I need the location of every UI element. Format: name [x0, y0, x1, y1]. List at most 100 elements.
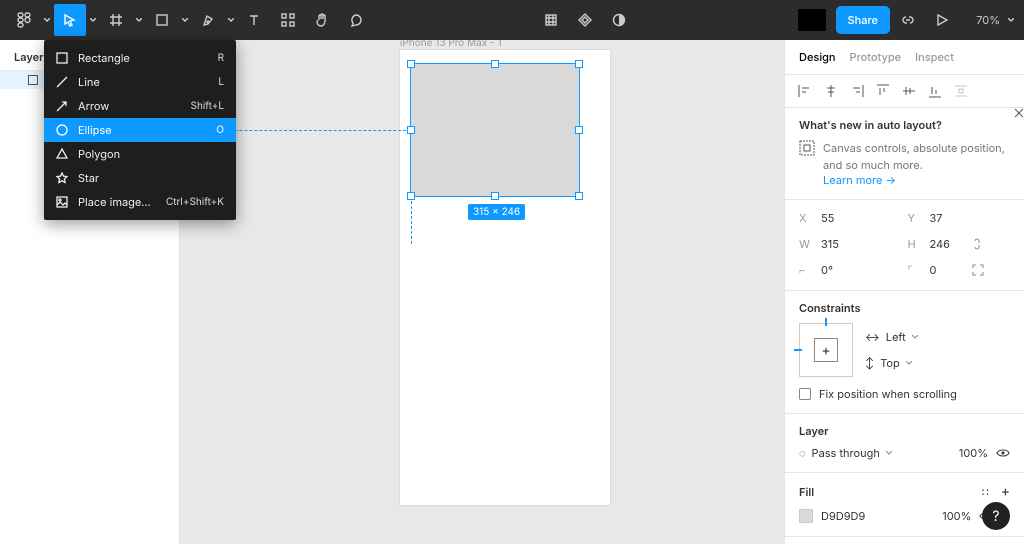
- share-button[interactable]: Share: [836, 6, 890, 34]
- comment-icon: [349, 13, 363, 27]
- layer-opacity[interactable]: 100%: [959, 446, 988, 460]
- whats-new-close[interactable]: [1014, 108, 1024, 118]
- menu-item-rectangle[interactable]: RectangleR: [44, 46, 236, 70]
- dimensions-badge: 315 × 246: [468, 204, 525, 220]
- boolean-button[interactable]: [603, 4, 635, 36]
- constraints-title: Constraints: [799, 301, 1010, 315]
- polygon-icon: [56, 148, 68, 160]
- zoom-level[interactable]: 70%: [960, 13, 1004, 27]
- fix-position-checkbox[interactable]: Fix position when scrolling: [799, 387, 1010, 401]
- whats-new-link[interactable]: Learn more →: [823, 173, 896, 187]
- menu-item-place-image[interactable]: Place image…Ctrl+Shift+K: [44, 190, 236, 214]
- frame-tool-button[interactable]: [100, 4, 132, 36]
- shape-tool-chevron[interactable]: [180, 4, 190, 36]
- h-label: H: [908, 237, 922, 251]
- component-button[interactable]: [535, 4, 567, 36]
- menu-item-line[interactable]: LineL: [44, 70, 236, 94]
- checkbox-icon: [799, 388, 811, 400]
- image-icon: [56, 196, 68, 208]
- comment-tool-button[interactable]: [340, 4, 372, 36]
- independent-corners-icon[interactable]: [972, 264, 984, 276]
- align-left-icon[interactable]: [797, 83, 813, 99]
- tab-design[interactable]: Design: [799, 50, 836, 64]
- constraints-section: Constraints + ↔Left ↕Top Fix position wh…: [785, 291, 1024, 414]
- pen-tool-button[interactable]: [192, 4, 224, 36]
- menu-item-polygon[interactable]: Polygon: [44, 142, 236, 166]
- y-input[interactable]: [928, 210, 978, 226]
- move-tool-button[interactable]: [54, 4, 86, 36]
- tab-prototype[interactable]: Prototype: [850, 50, 902, 64]
- main-menu-chevron[interactable]: [42, 4, 52, 36]
- visibility-icon[interactable]: [996, 448, 1010, 458]
- blend-mode-dropdown[interactable]: ◌Pass through: [799, 446, 892, 460]
- constraints-widget[interactable]: +: [799, 323, 853, 377]
- rectangle-icon: [28, 75, 38, 85]
- align-hcenter-icon[interactable]: [823, 83, 839, 99]
- add-fill-button[interactable]: +: [1001, 483, 1010, 500]
- x-input[interactable]: [819, 210, 869, 226]
- main-menu-button[interactable]: [8, 4, 40, 36]
- rectangle-icon: [56, 52, 68, 64]
- rotation-input[interactable]: [819, 262, 869, 278]
- zoom-chevron[interactable]: [1006, 4, 1016, 36]
- auto-layout-icon: [799, 140, 815, 156]
- align-bottom-icon[interactable]: [927, 83, 943, 99]
- toolbar: Share 70%: [0, 0, 1024, 40]
- distribute-icon[interactable]: [953, 83, 969, 99]
- frame-tool-chevron[interactable]: [134, 4, 144, 36]
- fill-styles-icon[interactable]: ∷: [982, 485, 991, 499]
- mask-button[interactable]: [569, 4, 601, 36]
- text-tool-button[interactable]: [238, 4, 270, 36]
- resources-button[interactable]: [272, 4, 304, 36]
- w-input[interactable]: [819, 236, 869, 252]
- align-vcenter-icon[interactable]: [901, 83, 917, 99]
- close-icon: [1014, 108, 1024, 118]
- cursor-icon: [63, 13, 77, 27]
- shape-tool-button[interactable]: [146, 4, 178, 36]
- align-row: [785, 75, 1024, 108]
- whats-new-title: What's new in auto layout?: [799, 118, 1010, 132]
- frame-label[interactable]: iPhone 13 Pro Max - 1: [400, 40, 502, 49]
- arrow-icon: [56, 100, 68, 112]
- component-icon: [544, 13, 558, 27]
- contrast-icon: [612, 13, 626, 27]
- help-button[interactable]: ?: [982, 502, 1010, 530]
- right-tabs: Design Prototype Inspect: [785, 40, 1024, 75]
- constrain-proportions-icon[interactable]: [972, 237, 982, 251]
- ellipse-icon: [56, 124, 68, 136]
- dev-mode-button[interactable]: [892, 4, 924, 36]
- h-input[interactable]: [928, 236, 966, 252]
- stroke-section: Stroke: [785, 537, 1024, 544]
- transform-section: X Y W H ⌐ ⌜: [785, 200, 1024, 291]
- align-top-icon[interactable]: [875, 83, 891, 99]
- play-icon: [936, 14, 948, 26]
- x-label: X: [799, 211, 813, 225]
- align-right-icon[interactable]: [849, 83, 865, 99]
- star-icon: [56, 172, 68, 184]
- constraint-v-dropdown[interactable]: ↕Top: [865, 356, 918, 370]
- present-button[interactable]: [926, 4, 958, 36]
- fill-opacity[interactable]: 100%: [942, 509, 971, 523]
- radius-input[interactable]: [928, 262, 966, 278]
- fill-swatch[interactable]: [799, 509, 813, 523]
- radius-label: ⌜: [908, 263, 922, 277]
- hand-tool-button[interactable]: [306, 4, 338, 36]
- move-tool-chevron[interactable]: [88, 4, 98, 36]
- fill-title: Fill: [799, 485, 814, 499]
- menu-item-star[interactable]: Star: [44, 166, 236, 190]
- layer-title: Layer: [799, 424, 1010, 438]
- pen-tool-chevron[interactable]: [226, 4, 236, 36]
- rectangle-icon: [155, 13, 169, 27]
- canvas[interactable]: iPhone 13 Pro Max - 1 315 × 246: [180, 40, 784, 544]
- shape-tool-menu: RectangleR LineL ArrowShift+L EllipseO P…: [44, 40, 236, 220]
- rotation-label: ⌐: [799, 263, 813, 277]
- diamond-icon: [578, 13, 592, 27]
- constraint-h-dropdown[interactable]: ↔Left: [865, 330, 918, 344]
- fill-hex[interactable]: D9D9D9: [821, 509, 865, 523]
- selected-rectangle[interactable]: [411, 64, 579, 196]
- tab-inspect[interactable]: Inspect: [915, 50, 954, 64]
- menu-item-ellipse[interactable]: EllipseO: [44, 118, 236, 142]
- avatar[interactable]: [798, 9, 826, 31]
- right-panel: Design Prototype Inspect What's new in a…: [784, 40, 1024, 544]
- menu-item-arrow[interactable]: ArrowShift+L: [44, 94, 236, 118]
